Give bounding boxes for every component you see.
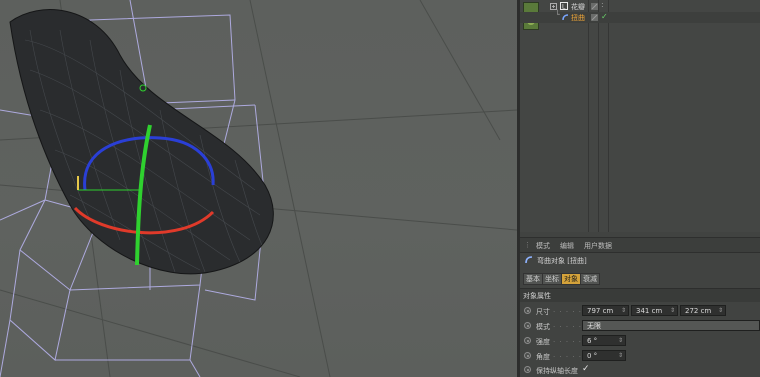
object-label: 扭曲 bbox=[571, 14, 585, 22]
menu-grip-icon: ⋮ bbox=[524, 241, 531, 249]
spinner-icon[interactable]: ⇕ bbox=[618, 351, 623, 361]
angle-field[interactable]: 0 ° ⇕ bbox=[582, 350, 626, 361]
enabled-check-icon[interactable]: ✓ bbox=[601, 12, 608, 21]
prop-keep-length: 保持纵轴长度 ✓ bbox=[520, 363, 760, 377]
tab-basic[interactable]: 基本 bbox=[523, 273, 543, 285]
size-x-value: 797 cm bbox=[587, 307, 614, 315]
spinner-icon[interactable]: ⇕ bbox=[618, 336, 623, 346]
tab-coordinates[interactable]: 坐标 bbox=[542, 273, 562, 285]
3d-viewport[interactable] bbox=[0, 0, 517, 377]
size-y-field[interactable]: 341 cm ⇕ bbox=[631, 305, 678, 316]
column-divider bbox=[588, 0, 589, 232]
spinner-icon[interactable]: ⇕ bbox=[670, 306, 675, 316]
object-manager[interactable]: L 花瓣 : └ 扭曲 ✓ bbox=[520, 0, 760, 232]
prop-label: 角度 bbox=[536, 353, 550, 361]
layer-tag-icon[interactable] bbox=[591, 14, 598, 21]
section-header: 对象属性 bbox=[520, 288, 760, 302]
spinner-icon[interactable]: ⇕ bbox=[621, 306, 626, 316]
size-z-value: 272 cm bbox=[685, 307, 712, 315]
object-label: 花瓣 bbox=[571, 3, 585, 11]
size-x-field[interactable]: 797 cm ⇕ bbox=[582, 305, 629, 316]
attribute-menu-bar: ⋮ 模式 编辑 用户数据 bbox=[520, 237, 760, 253]
prop-label: 尺寸 bbox=[536, 308, 550, 316]
object-row-bend[interactable]: └ 扭曲 ✓ bbox=[520, 10, 760, 23]
strength-value: 6 ° bbox=[587, 337, 598, 345]
size-z-field[interactable]: 272 cm ⇕ bbox=[680, 305, 726, 316]
prop-label: 保持纵轴长度 bbox=[536, 367, 578, 375]
prop-label: 强度 bbox=[536, 338, 550, 346]
animate-radio-icon[interactable] bbox=[524, 307, 531, 314]
angle-value: 0 ° bbox=[587, 352, 598, 360]
animate-radio-icon[interactable] bbox=[524, 337, 531, 344]
column-divider bbox=[598, 0, 599, 232]
prop-angle: 角度 . . . . . . 0 ° ⇕ bbox=[520, 349, 760, 363]
keep-length-checkbox[interactable]: ✓ bbox=[582, 364, 590, 374]
animate-radio-icon[interactable] bbox=[524, 366, 531, 373]
attribute-manager: ⋮ 模式 编辑 用户数据 弯曲对象 [扭曲] 基本 坐标 对象 衰减 对象属性 … bbox=[520, 232, 760, 377]
size-y-value: 341 cm bbox=[636, 307, 663, 315]
prop-size: 尺寸 . . . . . . 797 cm ⇕ 341 cm ⇕ 272 cm ⇕ bbox=[520, 304, 760, 318]
section-title: 对象属性 bbox=[523, 292, 551, 300]
animate-radio-icon[interactable] bbox=[524, 322, 531, 329]
tree-connector-icon: └ bbox=[555, 10, 560, 19]
bend-deformer-icon bbox=[562, 14, 569, 21]
prop-label: 模式 bbox=[536, 323, 550, 331]
column-divider bbox=[608, 0, 609, 232]
spinner-icon[interactable]: ⇕ bbox=[718, 306, 723, 316]
menu-mode[interactable]: 模式 bbox=[536, 241, 550, 251]
expand-icon[interactable] bbox=[550, 3, 557, 10]
mode-value: 无限 bbox=[587, 322, 601, 330]
tab-falloff[interactable]: 衰减 bbox=[580, 273, 600, 285]
prop-strength: 强度 . . . . . . 6 ° ⇕ bbox=[520, 334, 760, 348]
right-panel: L 花瓣 : └ 扭曲 ✓ ⋮ 模式 编辑 用户数据 弯曲对象 [扭曲] 基本 … bbox=[520, 0, 760, 377]
layer-tag-icon[interactable] bbox=[591, 3, 598, 10]
object-title: 弯曲对象 [扭曲] bbox=[537, 257, 587, 265]
prop-mode: 模式 . . . . . . 无限 bbox=[520, 319, 760, 333]
animate-radio-icon[interactable] bbox=[524, 352, 531, 359]
petal-mesh bbox=[9, 9, 274, 275]
strength-field[interactable]: 6 ° ⇕ bbox=[582, 335, 626, 346]
viewport-scene bbox=[0, 0, 517, 377]
bend-deformer-icon bbox=[525, 256, 533, 264]
tab-object[interactable]: 对象 bbox=[561, 273, 581, 285]
visibility-dots-icon[interactable]: : bbox=[601, 0, 604, 9]
mode-dropdown[interactable]: 无限 bbox=[582, 320, 760, 331]
null-object-icon: L bbox=[560, 2, 568, 10]
menu-user-data[interactable]: 用户数据 bbox=[584, 241, 612, 251]
menu-edit[interactable]: 编辑 bbox=[560, 241, 574, 251]
